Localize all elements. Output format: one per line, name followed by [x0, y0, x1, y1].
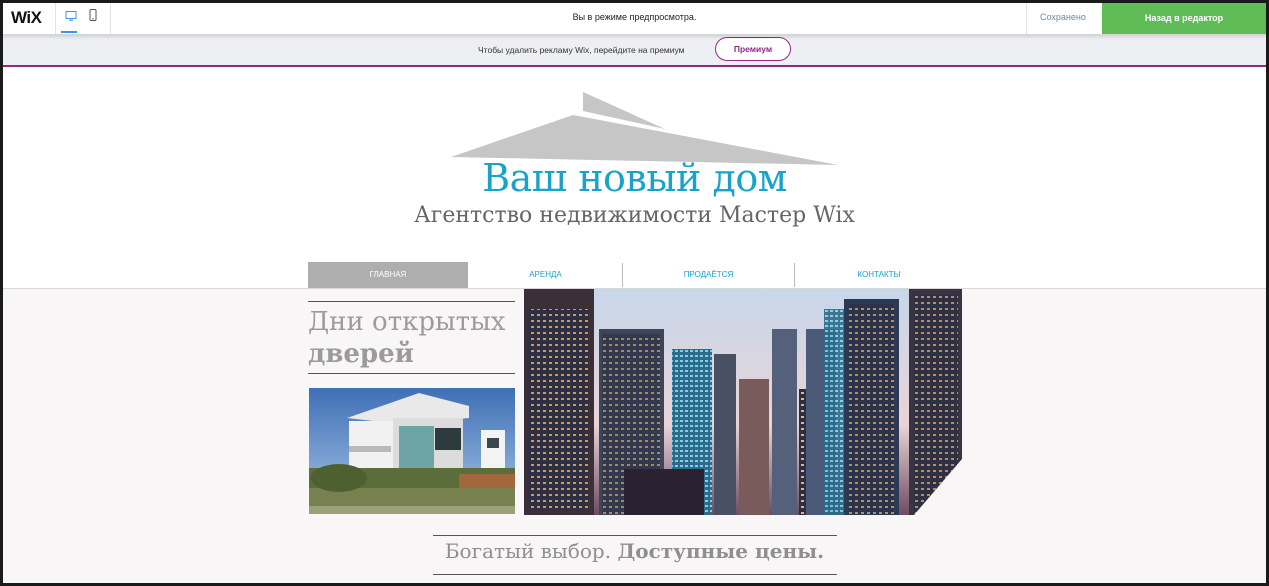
divider-line: [433, 574, 837, 575]
nav-item-home[interactable]: ГЛАВНАЯ: [308, 262, 468, 288]
open-house-heading: Дни открытых дверей: [308, 306, 528, 370]
nav-item-contacts[interactable]: КОНТАКТЫ: [795, 262, 963, 288]
divider-line: [308, 373, 515, 374]
premium-button[interactable]: Премиум: [715, 37, 791, 61]
preview-frame: WiX Вы в режиме предпросмотра. Сохранено…: [3, 3, 1266, 583]
saved-status: Сохранено: [1040, 12, 1086, 22]
divider-line: [308, 301, 515, 302]
roof-logo-graphic: [451, 92, 838, 165]
promo-text: Чтобы удалить рекламу Wix, перейдите на …: [478, 45, 685, 55]
site-subtitle: Агентство недвижимости Мастер Wix: [414, 203, 855, 228]
site-content: Дни открытых дверей Богатый выбор. Досту…: [3, 288, 1266, 583]
open-house-line1: Дни открытых: [308, 307, 506, 337]
city-skyline-photo[interactable]: [524, 289, 962, 515]
site-nav: ГЛАВНАЯ АРЕНДА ПРОДАЁТСЯ КОНТАКТЫ: [308, 262, 963, 288]
nav-item-rent[interactable]: АРЕНДА: [468, 262, 623, 288]
open-house-line2: дверей: [308, 339, 414, 369]
site-title: Ваш новый дом: [482, 156, 787, 200]
back-to-editor-button[interactable]: Назад в редактор: [1102, 3, 1266, 34]
topbar-divider: [1026, 3, 1027, 34]
preview-topbar: WiX Вы в режиме предпросмотра. Сохранено…: [3, 3, 1266, 35]
site-header: Ваш новый дом Агентство недвижимости Мас…: [3, 67, 1266, 288]
premium-promo-bar: Чтобы удалить рекламу Wix, перейдите на …: [3, 34, 1266, 67]
nav-item-sale[interactable]: ПРОДАЁТСЯ: [623, 262, 794, 288]
tagline: Богатый выбор. Доступные цены.: [3, 539, 1266, 563]
tagline-bold: Доступные цены.: [617, 539, 825, 563]
house-photo[interactable]: [309, 388, 515, 514]
divider-line: [433, 535, 837, 536]
tagline-regular: Богатый выбор.: [444, 539, 618, 563]
